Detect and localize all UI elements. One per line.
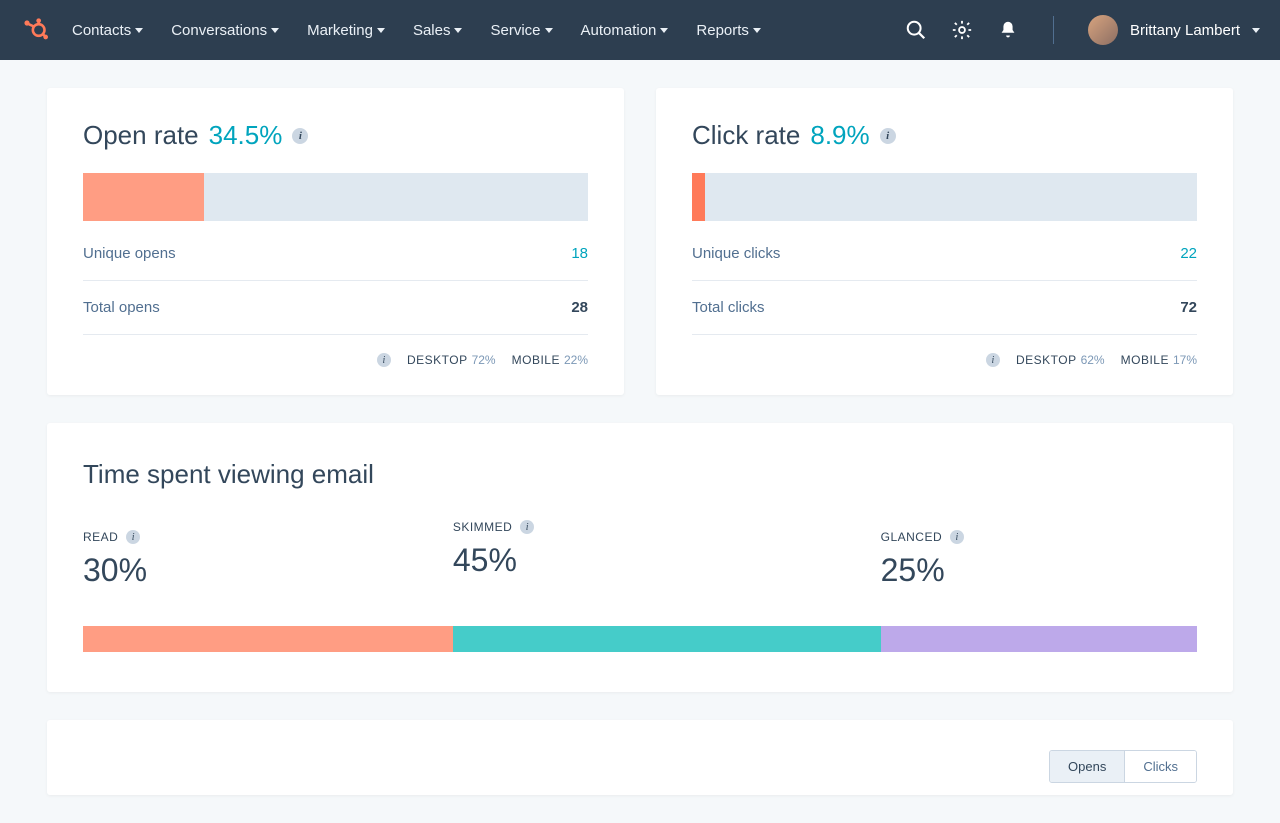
nav-label: Sales <box>413 22 451 39</box>
info-icon[interactable]: i <box>292 128 308 144</box>
nav-reports[interactable]: Reports <box>696 22 761 39</box>
info-icon[interactable]: i <box>377 353 391 367</box>
unique-opens-value[interactable]: 18 <box>571 245 588 262</box>
nav-label: Service <box>490 22 540 39</box>
nav-label: Reports <box>696 22 749 39</box>
desktop-label: DESKTOP <box>407 353 468 367</box>
click-rate-bar-fill <box>692 173 705 221</box>
click-rate-title: Click rate 8.9% i <box>692 120 1197 151</box>
nav-label: Contacts <box>72 22 131 39</box>
desktop-label: DESKTOP <box>1016 353 1077 367</box>
segment-label: GLANCED <box>881 530 943 544</box>
top-nav: Contacts Conversations Marketing Sales S… <box>0 0 1280 60</box>
time-segment-bar <box>83 626 1197 652</box>
hubspot-logo[interactable] <box>20 16 48 44</box>
segment-value: 25% <box>881 552 965 589</box>
stat-label: Unique opens <box>83 245 176 262</box>
segment-label: SKIMMED <box>453 520 513 534</box>
title-text: Open rate <box>83 120 199 151</box>
unique-clicks-value[interactable]: 22 <box>1180 245 1197 262</box>
nav-icons: Brittany Lambert <box>905 15 1260 45</box>
content: Open rate 34.5% i Unique opens 18 Total … <box>0 60 1280 823</box>
nav-label: Conversations <box>171 22 267 39</box>
open-device-row: i DESKTOP 72% MOBILE 22% <box>83 335 588 367</box>
mobile-label: MOBILE <box>1121 353 1169 367</box>
open-rate-title: Open rate 34.5% i <box>83 120 588 151</box>
chevron-down-icon <box>377 28 385 33</box>
click-rate-bar <box>692 173 1197 221</box>
chevron-down-icon <box>135 28 143 33</box>
gear-icon[interactable] <box>951 19 973 41</box>
total-opens-row: Total opens 28 <box>83 281 588 335</box>
bell-icon[interactable] <box>997 19 1019 41</box>
stat-label: Total opens <box>83 299 160 316</box>
click-rate-card: Click rate 8.9% i Unique clicks 22 Total… <box>656 88 1233 395</box>
unique-opens-row: Unique opens 18 <box>83 227 588 281</box>
segment-value: 45% <box>453 542 535 579</box>
search-icon[interactable] <box>905 19 927 41</box>
avatar <box>1088 15 1118 45</box>
title-text: Click rate <box>692 120 800 151</box>
nav-label: Marketing <box>307 22 373 39</box>
time-segments: READi 30% SKIMMEDi 45% GLANCEDi 25% <box>83 530 1197 652</box>
desktop-value: 72% <box>472 353 496 367</box>
segment-glanced: GLANCED i 25% <box>881 530 965 589</box>
segment-value: 30% <box>83 552 147 589</box>
total-clicks-row: Total clicks 72 <box>692 281 1197 335</box>
chevron-down-icon <box>454 28 462 33</box>
stat-label: Unique clicks <box>692 245 780 262</box>
chevron-down-icon <box>545 28 553 33</box>
stat-label: Total clicks <box>692 299 765 316</box>
seg-bar-skimmed <box>453 626 881 652</box>
open-rate-value: 34.5% <box>209 120 283 151</box>
nav-marketing[interactable]: Marketing <box>307 22 385 39</box>
toggle-clicks[interactable]: Clicks <box>1124 751 1196 782</box>
nav-conversations[interactable]: Conversations <box>171 22 279 39</box>
toggle-opens[interactable]: Opens <box>1050 751 1124 782</box>
info-icon[interactable]: i <box>520 520 534 534</box>
mobile-value: 22% <box>564 353 588 367</box>
user-name: Brittany Lambert <box>1130 22 1240 39</box>
time-spent-title: Time spent viewing email <box>83 459 1197 490</box>
total-opens-value: 28 <box>571 299 588 316</box>
chevron-down-icon <box>271 28 279 33</box>
seg-bar-read <box>83 626 453 652</box>
segment-skimmed: SKIMMED i 45% <box>453 520 535 579</box>
opens-by-client-title <box>83 750 90 781</box>
total-clicks-value: 72 <box>1180 299 1197 316</box>
user-menu[interactable]: Brittany Lambert <box>1088 15 1260 45</box>
chevron-down-icon <box>1252 28 1260 33</box>
mobile-label: MOBILE <box>512 353 560 367</box>
main-menu: Contacts Conversations Marketing Sales S… <box>72 22 905 39</box>
nav-sales[interactable]: Sales <box>413 22 463 39</box>
nav-contacts[interactable]: Contacts <box>72 22 143 39</box>
opens-by-client-card: Opens Clicks <box>47 720 1233 795</box>
segment-read: READ i 30% <box>83 530 147 589</box>
click-device-row: i DESKTOP 62% MOBILE 17% <box>692 335 1197 367</box>
chevron-down-icon <box>660 28 668 33</box>
info-icon[interactable]: i <box>986 353 1000 367</box>
info-icon[interactable]: i <box>126 530 140 544</box>
time-spent-card: Time spent viewing email READ i 30% SKIMM… <box>47 423 1233 692</box>
click-rate-value: 8.9% <box>810 120 869 151</box>
mobile-value: 17% <box>1173 353 1197 367</box>
nav-automation[interactable]: Automation <box>581 22 669 39</box>
open-rate-bar <box>83 173 588 221</box>
nav-label: Automation <box>581 22 657 39</box>
seg-bar-glanced <box>881 626 1197 652</box>
opens-clicks-toggle: Opens Clicks <box>1049 750 1197 783</box>
nav-service[interactable]: Service <box>490 22 552 39</box>
nav-divider <box>1053 16 1054 44</box>
desktop-value: 62% <box>1081 353 1105 367</box>
open-rate-bar-fill <box>83 173 204 221</box>
info-icon[interactable]: i <box>950 530 964 544</box>
segment-label: READ <box>83 530 118 544</box>
unique-clicks-row: Unique clicks 22 <box>692 227 1197 281</box>
chevron-down-icon <box>753 28 761 33</box>
info-icon[interactable]: i <box>880 128 896 144</box>
open-rate-card: Open rate 34.5% i Unique opens 18 Total … <box>47 88 624 395</box>
